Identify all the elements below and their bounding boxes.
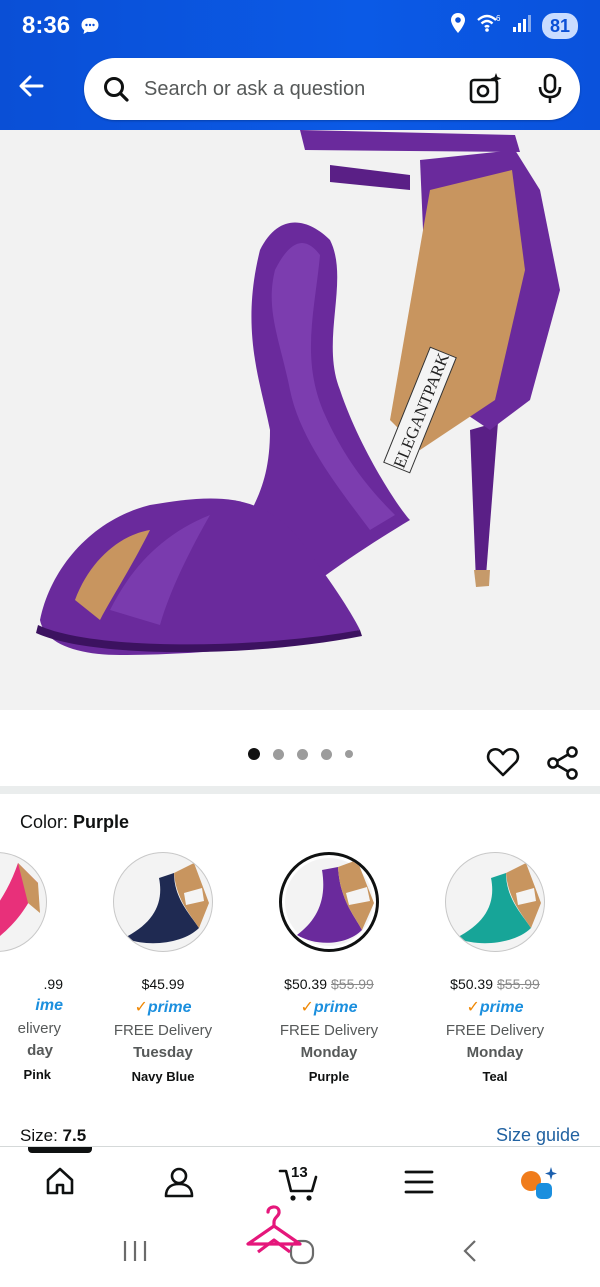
color-option-purple[interactable]: $50.39 $55.99 ✓prime FREE Delivery Monday… xyxy=(249,850,409,1084)
swatch-price-strike: $55.99 xyxy=(331,976,374,992)
swatch-delivery: FREE Delivery xyxy=(445,1022,545,1039)
search-input[interactable]: Search or ask a question xyxy=(144,78,365,101)
back-button[interactable] xyxy=(16,70,52,106)
swatch-price: $50.39 $55.99 xyxy=(249,976,409,992)
home-icon[interactable] xyxy=(44,1165,76,1202)
arrow-left-icon xyxy=(19,75,44,97)
carousel-dot-4[interactable] xyxy=(321,748,332,760)
color-swatch-list[interactable]: .99 ime elivery day Pink $45.99 ✓prime F… xyxy=(0,850,600,1090)
share-icon[interactable] xyxy=(546,746,580,785)
wifi-label: 6 xyxy=(496,14,501,23)
color-option-pink[interactable]: .99 ime elivery day Pink xyxy=(0,850,77,1082)
status-bar: 8:36 6 81 xyxy=(0,0,600,52)
prime-badge: ime xyxy=(0,997,77,1015)
microphone-icon[interactable] xyxy=(536,73,564,110)
status-time: 8:36 xyxy=(22,12,71,39)
size-label-text: Size: xyxy=(20,1126,58,1145)
swatch-day: Monday xyxy=(466,1044,524,1061)
carousel-dot-3[interactable] xyxy=(297,748,308,760)
swatch-color-name: Navy Blue xyxy=(131,1069,195,1084)
swatch-image-selected xyxy=(279,852,379,952)
swatch-color-name: Teal xyxy=(482,1069,508,1084)
swatch-image xyxy=(0,852,47,952)
top-app-bar: 8:36 6 81 Search or ask a question xyxy=(0,0,600,130)
rufus-icon[interactable] xyxy=(520,1165,560,1206)
active-tab-indicator xyxy=(28,1147,92,1153)
swatch-color-name: Pink xyxy=(23,1067,51,1082)
swatch-image xyxy=(113,852,213,952)
cart-count-badge: 13 xyxy=(291,1164,308,1181)
system-back-icon[interactable] xyxy=(460,1238,480,1269)
size-selected-value: 7.5 xyxy=(62,1126,87,1145)
section-divider xyxy=(0,786,600,794)
hanger-icon[interactable] xyxy=(244,1200,304,1265)
heart-icon[interactable] xyxy=(486,746,520,783)
swatch-day: day xyxy=(27,1042,53,1059)
account-icon[interactable] xyxy=(162,1165,196,1204)
swatch-day: Monday xyxy=(300,1044,358,1061)
prime-text: prime xyxy=(313,999,358,1016)
carousel-dot-5[interactable] xyxy=(345,750,353,758)
swatch-delivery: FREE Delivery xyxy=(113,1022,213,1039)
swatch-price-strike: $55.99 xyxy=(497,976,540,992)
color-label-text: Color: xyxy=(20,812,69,832)
cell-signal-icon xyxy=(512,13,532,38)
swatch-price: $50.39 $55.99 xyxy=(415,976,575,992)
swatch-delivery: elivery xyxy=(17,1020,61,1037)
color-selected-value: Purple xyxy=(73,812,130,832)
size-label: Size: 7.5 xyxy=(20,1126,86,1146)
location-icon xyxy=(450,12,466,39)
wifi-icon: 6 xyxy=(476,13,502,38)
swatch-price: .99 xyxy=(43,976,63,992)
swatch-day: Tuesday xyxy=(133,1044,193,1061)
shoe-image: ELEGANTPARK xyxy=(36,130,560,655)
swatch-color-name: Purple xyxy=(308,1069,350,1084)
recent-apps-icon[interactable] xyxy=(122,1238,148,1269)
color-option-navy-blue[interactable]: $45.99 ✓prime FREE Delivery Tuesday Navy… xyxy=(83,850,243,1084)
prime-badge: ✓prime xyxy=(300,999,358,1016)
menu-icon[interactable] xyxy=(404,1169,434,1200)
swatch-delivery: FREE Delivery xyxy=(279,1022,379,1039)
prime-text: ime xyxy=(35,997,63,1014)
swatch-price-value: $50.39 xyxy=(450,976,493,992)
swatch-price-value: $50.39 xyxy=(284,976,327,992)
prime-text: prime xyxy=(147,999,192,1016)
product-image[interactable]: ELEGANTPARK xyxy=(0,130,600,710)
search-icon xyxy=(102,75,130,108)
swatch-price: $45.99 xyxy=(141,976,185,992)
carousel-dot-1[interactable] xyxy=(248,748,260,760)
chat-notification-icon xyxy=(80,16,100,41)
camera-search-icon[interactable] xyxy=(468,72,502,111)
prime-badge: ✓prime xyxy=(134,999,192,1016)
carousel-pagination[interactable] xyxy=(248,748,353,760)
carousel-dot-2[interactable] xyxy=(273,748,284,760)
prime-text: prime xyxy=(479,999,524,1016)
color-label: Color: Purple xyxy=(20,812,129,833)
search-bar[interactable]: Search or ask a question xyxy=(84,58,580,120)
carousel-controls xyxy=(0,710,600,788)
size-guide-link[interactable]: Size guide xyxy=(496,1125,580,1146)
color-option-teal[interactable]: $50.39 $55.99 ✓prime FREE Delivery Monday… xyxy=(415,850,575,1084)
prime-badge: ✓prime xyxy=(466,999,524,1016)
battery-indicator: 81 xyxy=(541,12,578,39)
swatch-image xyxy=(445,852,545,952)
